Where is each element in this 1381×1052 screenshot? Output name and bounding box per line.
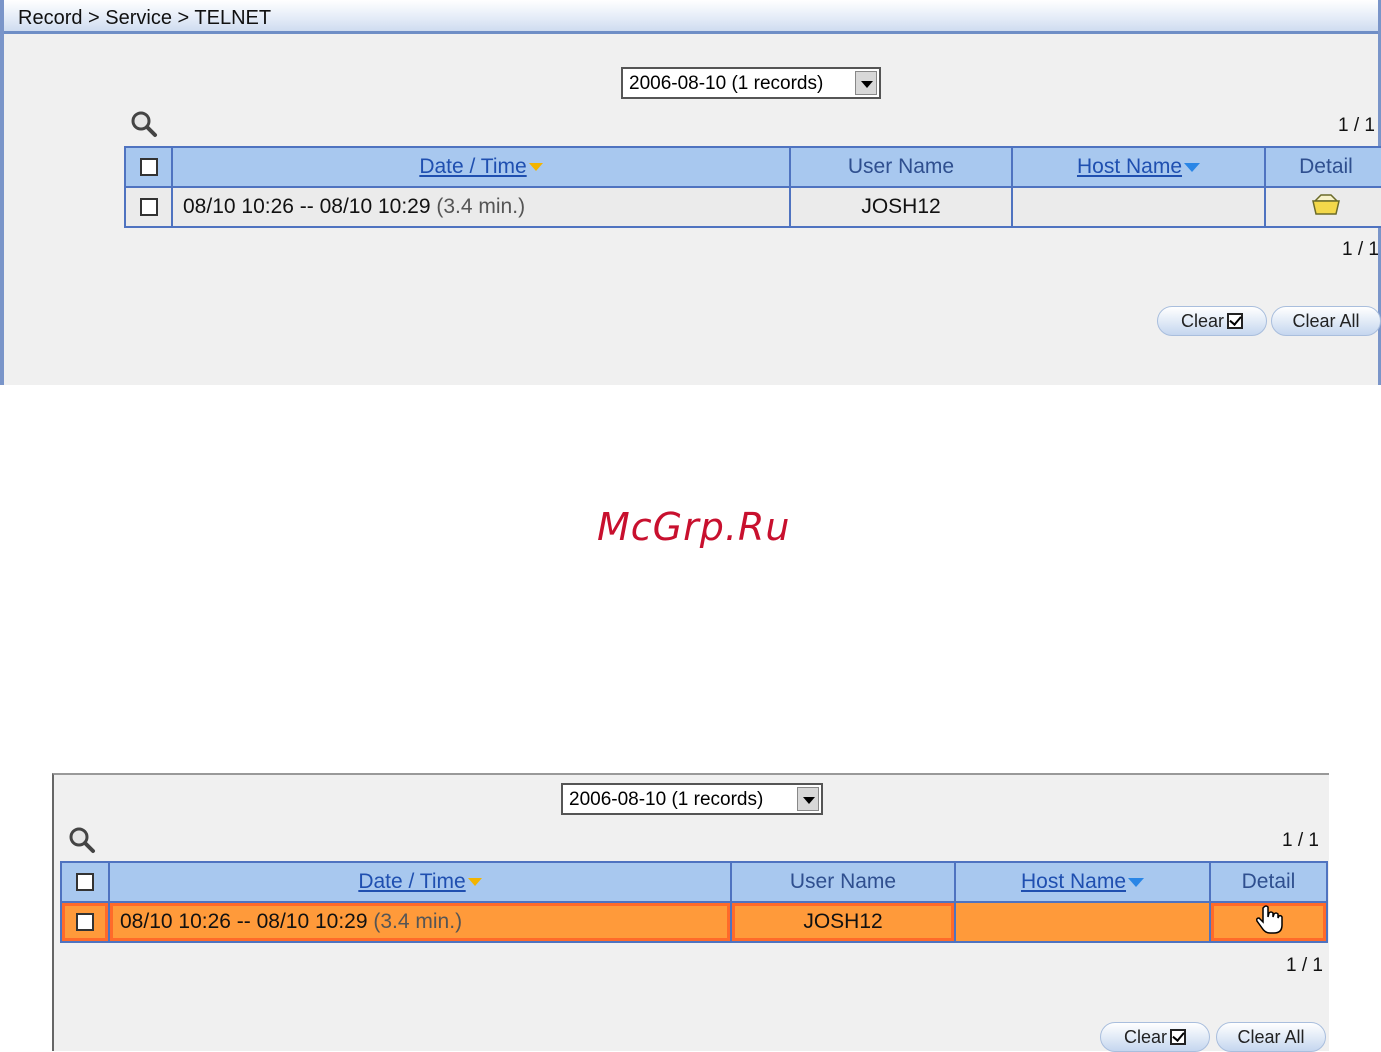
duration-value: (3.4 min.) bbox=[373, 910, 463, 933]
date-select[interactable]: 2006-08-10 (1 records) bbox=[561, 783, 823, 815]
clear-button-label: Clear bbox=[1123, 1027, 1167, 1047]
date-select-value: 2006-08-10 (1 records) bbox=[569, 789, 764, 810]
sort-datetime-link[interactable]: Date / Time bbox=[419, 155, 526, 178]
sort-desc-icon bbox=[467, 878, 482, 887]
column-header-detail: Detail bbox=[1264, 146, 1381, 188]
datetime-cell: 08/10 10:26 -- 08/10 10:29 (3.4 min.) bbox=[171, 186, 791, 228]
checkbox-icon bbox=[1170, 1029, 1186, 1045]
row-select-cell bbox=[60, 901, 110, 943]
datetime-cell: 08/10 10:26 -- 08/10 10:29 (3.4 min.) bbox=[108, 901, 732, 943]
watermark: McGrp.Ru bbox=[597, 505, 791, 549]
sort-arrow-icon bbox=[1128, 877, 1145, 887]
sort-host-link[interactable]: Host Name bbox=[1077, 155, 1182, 178]
sort-arrow-icon bbox=[1184, 162, 1201, 172]
detail-cell bbox=[1209, 901, 1328, 943]
date-select[interactable]: 2006-08-10 (1 records) bbox=[621, 67, 881, 99]
select-all-checkbox[interactable] bbox=[139, 158, 158, 177]
table-header-row: Date / Time User Name Host Name Detail bbox=[60, 861, 1328, 903]
table-header-row: Date / Time User Name Host Name Detail bbox=[124, 146, 1381, 188]
select-all-cell bbox=[60, 861, 110, 903]
column-header-host[interactable]: Host Name bbox=[1011, 146, 1266, 188]
host-cell bbox=[1011, 186, 1266, 228]
page-indicator-top: 1 / 1 bbox=[1338, 115, 1375, 136]
datetime-value: 08/10 10:26 -- 08/10 10:29 bbox=[183, 195, 431, 218]
date-select-value: 2006-08-10 (1 records) bbox=[629, 73, 824, 94]
title-bar: Record > Service > TELNET bbox=[4, 0, 1381, 34]
breadcrumb: Record > Service > TELNET bbox=[18, 7, 272, 29]
column-header-detail: Detail bbox=[1209, 861, 1328, 903]
column-header-datetime[interactable]: Date / Time bbox=[171, 146, 791, 188]
clear-selected-button[interactable]: Clear bbox=[1157, 306, 1267, 336]
checkbox-icon bbox=[1227, 313, 1243, 329]
column-header-datetime[interactable]: Date / Time bbox=[108, 861, 732, 903]
select-all-checkbox[interactable] bbox=[76, 873, 94, 892]
row-checkbox[interactable] bbox=[76, 913, 94, 932]
table-row[interactable]: 08/10 10:26 -- 08/10 10:29 (3.4 min.) JO… bbox=[124, 186, 1381, 228]
records-table: Date / Time User Name Host Name Detail 0… bbox=[124, 146, 1381, 228]
sort-desc-icon bbox=[528, 163, 543, 172]
clear-all-button[interactable]: Clear All bbox=[1216, 1022, 1326, 1052]
sort-host-link[interactable]: Host Name bbox=[1021, 870, 1126, 893]
page-indicator-bottom: 1 / 1 bbox=[1342, 239, 1379, 260]
clear-button-label: Clear bbox=[1180, 311, 1224, 331]
search-icon[interactable] bbox=[130, 110, 158, 138]
records-table: Date / Time User Name Host Name Detail 0… bbox=[60, 861, 1328, 943]
row-select-cell bbox=[124, 186, 173, 228]
clear-selected-button[interactable]: Clear bbox=[1100, 1022, 1210, 1052]
chevron-down-icon[interactable] bbox=[797, 787, 819, 811]
page-indicator-bottom: 1 / 1 bbox=[1286, 955, 1323, 976]
folder-open-icon[interactable] bbox=[1311, 191, 1341, 217]
record-panel-top: Record > Service > TELNET 2006-08-10 (1 … bbox=[0, 0, 1381, 385]
row-checkbox[interactable] bbox=[139, 198, 158, 217]
chevron-down-icon[interactable] bbox=[855, 71, 877, 95]
clear-all-button-label: Clear All bbox=[1237, 1027, 1305, 1047]
column-header-user: User Name bbox=[789, 146, 1013, 188]
hand-pointer-icon[interactable] bbox=[1252, 903, 1286, 935]
detail-cell bbox=[1264, 186, 1381, 228]
user-cell: JOSH12 bbox=[789, 186, 1013, 228]
clear-all-button[interactable]: Clear All bbox=[1271, 306, 1381, 336]
duration-value: (3.4 min.) bbox=[436, 195, 526, 218]
datetime-value: 08/10 10:26 -- 08/10 10:29 bbox=[120, 910, 368, 933]
record-panel-bottom: 2006-08-10 (1 records) 1 / 1 Date / Time… bbox=[52, 773, 1329, 1052]
select-all-cell bbox=[124, 146, 173, 188]
table-row-selected[interactable]: 08/10 10:26 -- 08/10 10:29 (3.4 min.) JO… bbox=[60, 901, 1328, 943]
column-header-user: User Name bbox=[730, 861, 956, 903]
user-cell: JOSH12 bbox=[730, 901, 956, 943]
search-icon[interactable] bbox=[68, 826, 96, 854]
page-indicator-top: 1 / 1 bbox=[1282, 830, 1319, 851]
host-cell bbox=[954, 901, 1211, 943]
column-header-host[interactable]: Host Name bbox=[954, 861, 1211, 903]
sort-datetime-link[interactable]: Date / Time bbox=[358, 870, 465, 893]
clear-all-button-label: Clear All bbox=[1292, 311, 1360, 331]
